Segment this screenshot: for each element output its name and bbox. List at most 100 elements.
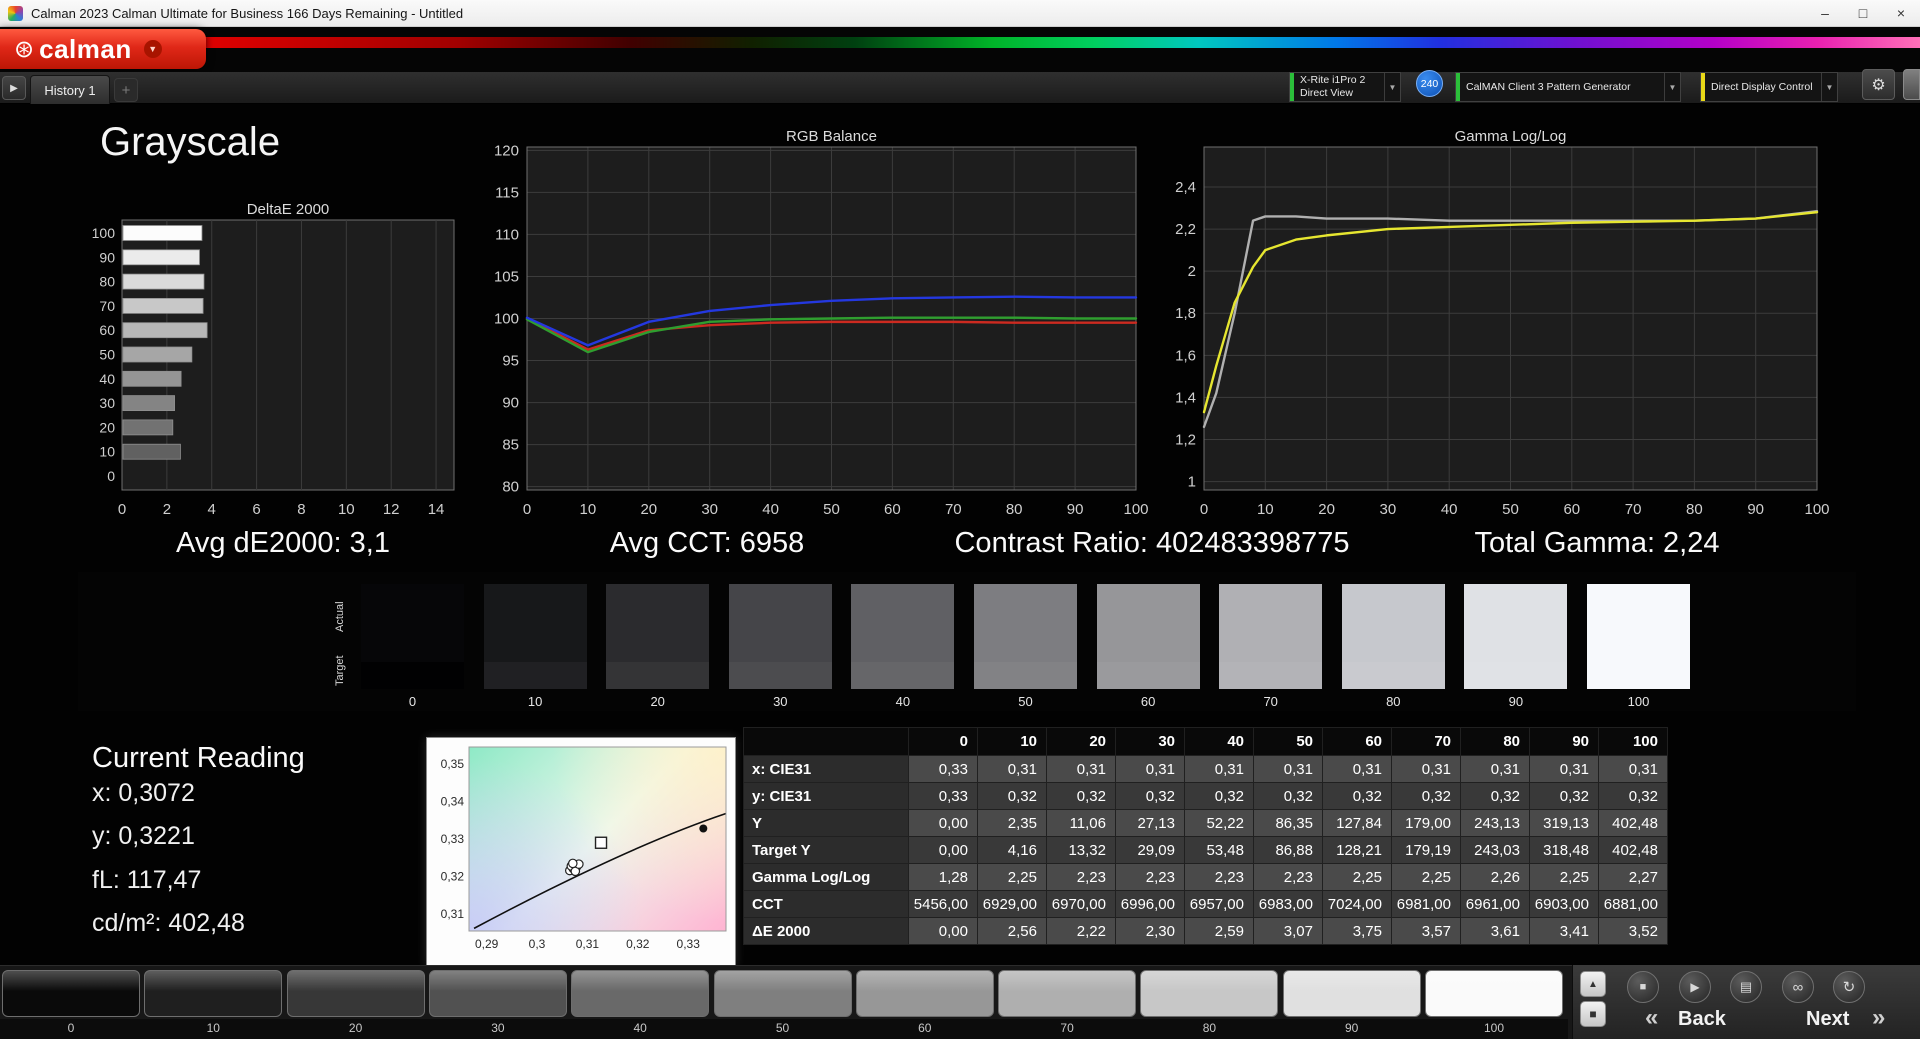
- svg-text:70: 70: [1625, 501, 1642, 518]
- table-cell: 2,59: [1184, 917, 1254, 945]
- pattern-button-30[interactable]: [428, 970, 567, 1017]
- pattern-button-50[interactable]: [713, 970, 852, 1017]
- close-button[interactable]: ×: [1882, 0, 1920, 26]
- pattern-button-20[interactable]: [286, 970, 425, 1017]
- pattern-button-10[interactable]: [144, 970, 283, 1017]
- svg-text:20: 20: [640, 501, 657, 518]
- table-row: CCT 5456,00 6929,00 6970,00 6996,00 6957,00 69…: [743, 890, 1668, 918]
- next-chevron-icon[interactable]: »: [1872, 1004, 1885, 1032]
- pattern-button-80[interactable]: [1140, 970, 1279, 1017]
- table-cell: 11,06: [1046, 809, 1116, 837]
- settings-button[interactable]: ⚙: [1862, 69, 1895, 100]
- swatch-actual-90: [1464, 584, 1568, 662]
- chevron-down-icon: ▼: [143, 40, 162, 58]
- tab-label: History 1: [44, 82, 96, 98]
- pattern-button-label-0: 0: [67, 1021, 75, 1035]
- svg-text:60: 60: [99, 322, 115, 338]
- svg-text:30: 30: [1380, 501, 1397, 518]
- svg-text:0: 0: [107, 468, 115, 484]
- pattern-button-0[interactable]: [2, 970, 140, 1017]
- play-button[interactable]: ▶: [1679, 971, 1711, 1003]
- save-button[interactable]: ▤: [1730, 971, 1762, 1003]
- table-cell: 2,25: [1322, 863, 1392, 891]
- edge-panel-button[interactable]: [1903, 69, 1920, 100]
- row-label: Target Y: [743, 836, 909, 864]
- pattern-button-90[interactable]: [1282, 970, 1421, 1017]
- pattern-button-label-100: 100: [1483, 1021, 1505, 1035]
- svg-text:0,35: 0,35: [441, 757, 465, 771]
- table-cell: 6957,00: [1184, 890, 1254, 918]
- svg-text:8: 8: [297, 501, 305, 518]
- svg-text:0,32: 0,32: [441, 870, 465, 884]
- table-col-80: 80: [1460, 727, 1530, 756]
- display-control-dropdown[interactable]: Direct Display Control ▼: [1700, 72, 1838, 102]
- table-cell: 0,31: [1253, 755, 1323, 783]
- table-cell: 6996,00: [1115, 890, 1185, 918]
- table-col-70: 70: [1391, 727, 1461, 756]
- row-label: ΔE 2000: [743, 917, 909, 945]
- table-cell: 6981,00: [1391, 890, 1461, 918]
- table-cell: 0,32: [1046, 782, 1116, 810]
- back-button[interactable]: Back: [1678, 1008, 1726, 1031]
- chevron-down-icon: ▼: [1821, 73, 1837, 101]
- pattern-button-label-60: 60: [918, 1021, 932, 1035]
- table-cell: 0,31: [1322, 755, 1392, 783]
- stop-button[interactable]: ■: [1627, 971, 1659, 1003]
- table-cell: 128,21: [1322, 836, 1392, 864]
- calman-logo-icon: ⊛: [14, 35, 35, 63]
- save-icon: ▤: [1739, 979, 1753, 994]
- table-cell: 0,33: [908, 755, 978, 783]
- svg-text:120: 120: [494, 142, 519, 159]
- plus-icon: +: [121, 81, 131, 99]
- svg-text:60: 60: [884, 501, 901, 518]
- table-cell: 318,48: [1529, 836, 1599, 864]
- svg-text:2,4: 2,4: [1175, 179, 1196, 196]
- swatch-target-10: [483, 662, 587, 689]
- table-cell: 0,32: [1322, 782, 1392, 810]
- table-cell: 0,00: [908, 917, 978, 945]
- table-cell: 7024,00: [1322, 890, 1392, 918]
- tab-history-1[interactable]: History 1: [30, 75, 110, 104]
- table-cell: 0,31: [1529, 755, 1599, 783]
- swatch-level-label-40: 40: [895, 694, 911, 709]
- table-cell: 2,26: [1460, 863, 1530, 891]
- table-cell: 0,32: [1115, 782, 1185, 810]
- pattern-button-40[interactable]: [571, 970, 710, 1017]
- svg-text:6: 6: [252, 501, 260, 518]
- pattern-button-label-50: 50: [775, 1021, 790, 1035]
- swatch-level-label-0: 0: [408, 694, 417, 709]
- svg-text:90: 90: [502, 395, 519, 412]
- reading-count-badge[interactable]: 240: [1416, 70, 1443, 97]
- meter-name: X-Rite i1Pro 2: [1300, 74, 1366, 87]
- meter-dropdown[interactable]: X-Rite i1Pro 2 Direct View ▼: [1289, 72, 1401, 102]
- maximize-button[interactable]: □: [1844, 0, 1882, 26]
- table-col-40: 40: [1184, 727, 1254, 756]
- next-button[interactable]: Next: [1806, 1008, 1849, 1031]
- row-label: x: CIE31: [743, 755, 909, 783]
- refresh-button[interactable]: ↻: [1833, 971, 1865, 1003]
- table-cell: 53,48: [1184, 836, 1254, 864]
- pattern-button-label-90: 90: [1345, 1021, 1359, 1035]
- swatch-level-label-90: 90: [1508, 694, 1524, 709]
- svg-text:95: 95: [502, 353, 519, 370]
- table-cell: 2,35: [977, 809, 1047, 837]
- continuous-measure-button[interactable]: ∞: [1782, 971, 1814, 1003]
- pattern-button-70[interactable]: [998, 970, 1137, 1017]
- table-row: ΔE 2000 0,00 2,56 2,22 2,30 2,59 3,07 3,75 3,57 3…: [743, 917, 1668, 945]
- minimize-button[interactable]: –: [1806, 0, 1844, 26]
- back-chevron-icon[interactable]: «: [1645, 1004, 1658, 1032]
- display-window-button[interactable]: ■: [1580, 1001, 1606, 1027]
- pattern-button-label-30: 30: [491, 1021, 505, 1035]
- add-tab-button[interactable]: +: [114, 78, 138, 102]
- table-cell: 86,88: [1253, 836, 1323, 864]
- history-panel-toggle[interactable]: ▶: [2, 76, 26, 100]
- pattern-button-100[interactable]: [1425, 970, 1563, 1017]
- svg-text:1,4: 1,4: [1175, 389, 1196, 406]
- pattern-generator-dropdown[interactable]: CalMAN Client 3 Pattern Generator ▼: [1455, 72, 1681, 102]
- stat-total-gamma: Total Gamma: 2,24: [1474, 527, 1720, 559]
- svg-text:115: 115: [495, 184, 519, 201]
- eject-button[interactable]: ▲: [1580, 971, 1606, 997]
- svg-text:90: 90: [1067, 501, 1084, 518]
- calman-logo-button[interactable]: ⊛ calman ▼: [0, 29, 206, 69]
- pattern-button-60[interactable]: [855, 970, 994, 1017]
